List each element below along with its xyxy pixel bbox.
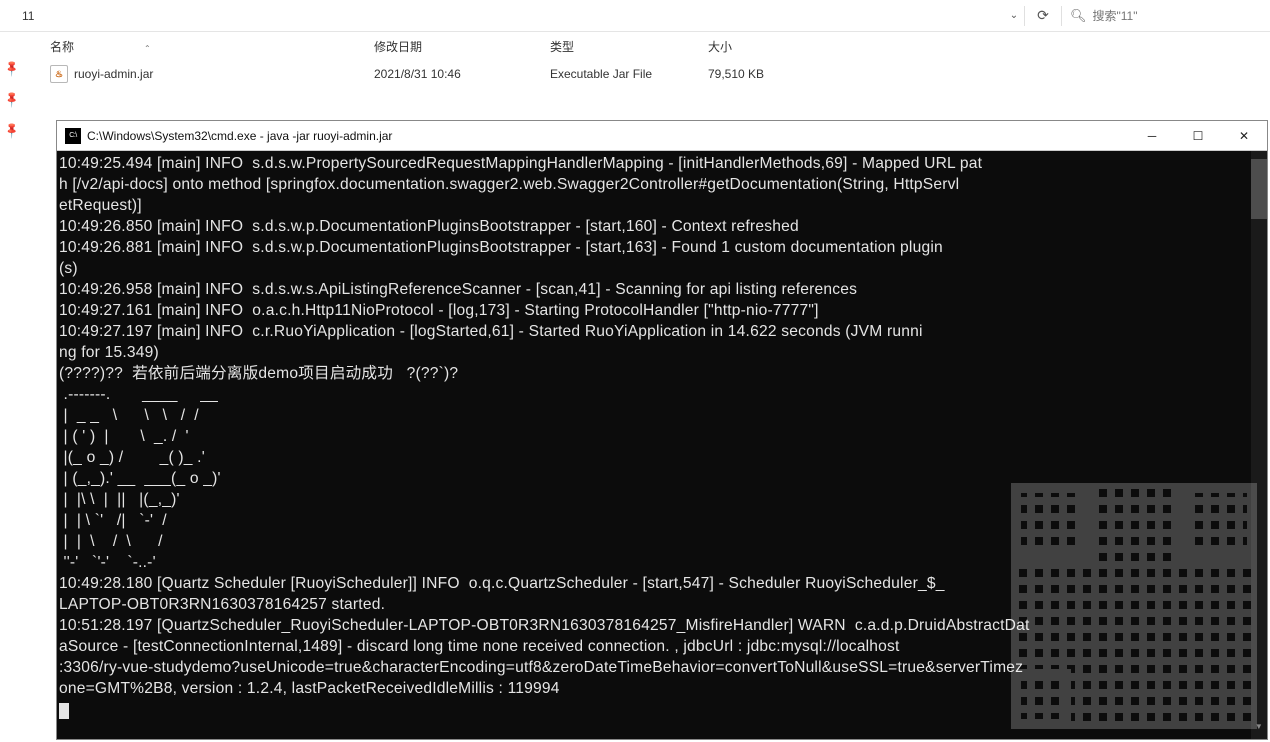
- close-button[interactable]: ✕: [1221, 121, 1267, 150]
- file-type: Executable Jar File: [550, 67, 708, 81]
- search-input[interactable]: [1093, 9, 1262, 23]
- search-icon: 🔍︎: [1070, 8, 1087, 24]
- search-box[interactable]: 🔍︎: [1062, 8, 1270, 24]
- scrollbar-thumb[interactable]: [1251, 159, 1267, 219]
- refresh-button[interactable]: ⟳: [1025, 7, 1061, 24]
- cmd-icon: C:\: [65, 128, 81, 144]
- quick-access-pins: 📌 📌 📌: [0, 32, 24, 132]
- qr-watermark: [1011, 483, 1257, 729]
- cursor: [59, 703, 69, 719]
- breadcrumb-segment[interactable]: 11: [22, 9, 34, 23]
- cmd-titlebar[interactable]: C:\ C:\Windows\System32\cmd.exe - java -…: [57, 121, 1267, 151]
- pin-icon[interactable]: 📌: [3, 59, 22, 78]
- col-date[interactable]: 修改日期: [374, 38, 550, 55]
- file-size: 79,510 KB: [708, 67, 828, 81]
- col-type[interactable]: 类型: [550, 38, 708, 55]
- file-date: 2021/8/31 10:46: [374, 67, 550, 81]
- history-dropdown-icon[interactable]: ⌄: [1004, 10, 1024, 21]
- cmd-output[interactable]: 10:49:25.494 [main] INFO s.d.s.w.Propert…: [57, 151, 1267, 739]
- maximize-button[interactable]: ☐: [1175, 121, 1221, 150]
- table-row[interactable]: ♨ ruoyi-admin.jar 2021/8/31 10:46 Execut…: [24, 60, 1270, 88]
- cmd-title: C:\Windows\System32\cmd.exe - java -jar …: [87, 129, 1129, 143]
- cmd-window: C:\ C:\Windows\System32\cmd.exe - java -…: [56, 120, 1268, 740]
- address-bar: 11 ⌄ ⟳ 🔍︎: [0, 0, 1270, 32]
- explorer-body: 📌 📌 📌 名称⌃ 修改日期 类型 大小 ♨ ruoyi-admin.jar 2…: [0, 32, 1270, 132]
- col-name[interactable]: 名称⌃: [50, 38, 374, 55]
- file-list[interactable]: 名称⌃ 修改日期 类型 大小 ♨ ruoyi-admin.jar 2021/8/…: [24, 32, 1270, 132]
- pin-icon[interactable]: 📌: [3, 121, 22, 140]
- breadcrumb[interactable]: 11: [0, 0, 1004, 31]
- col-size[interactable]: 大小: [708, 38, 828, 55]
- pin-icon[interactable]: 📌: [3, 90, 22, 109]
- file-name: ruoyi-admin.jar: [74, 67, 153, 81]
- jar-file-icon: ♨: [50, 65, 68, 83]
- minimize-button[interactable]: ─: [1129, 121, 1175, 150]
- sort-indicator-icon: ⌃: [144, 44, 151, 53]
- column-headers[interactable]: 名称⌃ 修改日期 类型 大小: [24, 32, 1270, 60]
